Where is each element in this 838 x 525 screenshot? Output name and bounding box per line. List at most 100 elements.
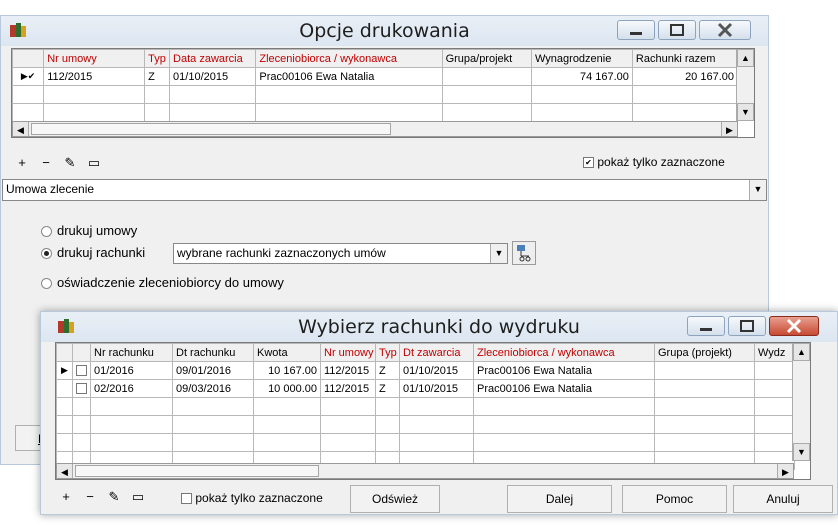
cell-group[interactable]	[654, 361, 755, 380]
table-row[interactable]	[56, 433, 795, 452]
cell-contractor[interactable]: Prac00106 Ewa Natalia	[473, 361, 655, 380]
delete-record-button[interactable]: −	[79, 486, 101, 508]
cell-bill-no[interactable]: 01/2016	[90, 361, 173, 380]
scroll-down-button[interactable]: ▼	[737, 103, 754, 121]
scroll-up-button[interactable]: ▲	[793, 343, 810, 361]
scroll-right-button[interactable]: ▶	[721, 122, 737, 136]
col-header-contract-no[interactable]: Nr umowy	[320, 343, 376, 362]
refresh-button[interactable]: Odśwież	[350, 485, 440, 513]
close-button[interactable]	[769, 316, 819, 336]
col-header-date[interactable]: Dt zawarcia	[399, 343, 474, 362]
maximize-button[interactable]	[658, 20, 696, 40]
scroll-left-button[interactable]: ◀	[57, 464, 73, 478]
horizontal-scrollbar[interactable]: ◀ ▶	[12, 121, 738, 137]
row-checkbox[interactable]	[72, 379, 91, 398]
table-row[interactable]: 02/2016 09/03/2016 10 000.00 112/2015 Z …	[56, 379, 795, 398]
cell-contract-no[interactable]: 112/2015	[320, 379, 376, 398]
checkbox-icon	[181, 493, 192, 505]
cancel-button[interactable]: Anuluj	[733, 485, 833, 513]
cell-group[interactable]	[441, 67, 533, 86]
cell-contract-no[interactable]: 112/2015	[320, 361, 376, 380]
col-header-salary[interactable]: Wynagrodzenie	[531, 49, 633, 68]
cell-contract-no[interactable]: 112/2015	[43, 67, 146, 86]
bills-selection-select[interactable]: wybrane rachunki zaznaczonych umów ▼	[173, 243, 508, 264]
bills-grid[interactable]: Nr rachunku Dt rachunku Kwota Nr umowy T…	[55, 342, 811, 480]
vertical-scrollbar[interactable]: ▲ ▼	[792, 343, 810, 461]
chevron-down-icon[interactable]: ▼	[490, 244, 507, 263]
contract-type-select[interactable]: Umowa zlecenie ▼	[2, 179, 767, 201]
cell-contractor[interactable]: Prac00106 Ewa Natalia	[473, 379, 655, 398]
chevron-down-icon[interactable]: ▼	[749, 180, 766, 200]
radio-print-bills[interactable]: drukuj rachunki	[41, 245, 145, 260]
row-indicator[interactable]: ▶✔	[12, 67, 45, 86]
col-header-dept[interactable]: Wydz	[754, 343, 795, 362]
help-button[interactable]: Pomoc	[622, 485, 727, 513]
header-row: Nr rachunku Dt rachunku Kwota Nr umowy T…	[56, 343, 795, 362]
scroll-up-button[interactable]: ▲	[737, 49, 754, 67]
cell-amount[interactable]: 10 167.00	[253, 361, 321, 380]
show-only-checked-checkbox[interactable]: ✔ pokaż tylko zaznaczone	[583, 155, 725, 169]
table-row[interactable]: ▶✔ 112/2015 Z 01/10/2015 Prac00106 Ewa N…	[12, 67, 739, 86]
table-row[interactable]	[56, 415, 795, 434]
col-header-type[interactable]: Typ	[144, 49, 171, 68]
cell-date[interactable]: 01/10/2015	[399, 379, 474, 398]
cell-type[interactable]: Z	[375, 361, 400, 380]
add-record-button[interactable]: +	[55, 486, 77, 508]
scroll-thumb[interactable]	[75, 465, 319, 477]
cell-date[interactable]: 01/10/2015	[399, 361, 474, 380]
maximize-button[interactable]	[728, 316, 766, 336]
col-header-contractor[interactable]: Zleceniobiorca / wykonawca	[255, 49, 443, 68]
scroll-down-button[interactable]: ▼	[793, 443, 810, 461]
cell-bill-date[interactable]: 09/03/2016	[172, 379, 254, 398]
cell-bills-total[interactable]: 20 167.00	[631, 67, 739, 86]
vertical-scrollbar[interactable]: ▲ ▼	[736, 49, 754, 121]
edit-record-button[interactable]: ✎	[103, 486, 125, 508]
col-header-contractor[interactable]: Zleceniobiorca / wykonawca	[473, 343, 655, 362]
horizontal-scrollbar[interactable]: ◀ ▶	[56, 463, 794, 479]
post-record-button[interactable]: ▭	[127, 486, 149, 508]
add-record-button[interactable]: +	[11, 152, 33, 174]
cell-dept[interactable]	[754, 379, 795, 398]
show-only-checked-checkbox[interactable]: pokaż tylko zaznaczone	[181, 491, 323, 505]
col-header-bill-date[interactable]: Dt rachunku	[172, 343, 254, 362]
col-header-amount[interactable]: Kwota	[253, 343, 321, 362]
col-header-group[interactable]: Grupa (projekt)	[654, 343, 755, 362]
col-header-contract-no[interactable]: Nr umowy	[43, 49, 146, 68]
minimize-button[interactable]	[687, 316, 725, 336]
scroll-right-button[interactable]: ▶	[777, 464, 793, 478]
table-row[interactable]	[56, 397, 795, 416]
table-row[interactable]: ▶ 01/2016 09/01/2016 10 167.00 112/2015 …	[56, 361, 795, 380]
row-indicator[interactable]	[56, 379, 73, 398]
cell-salary[interactable]: 74 167.00	[531, 67, 633, 86]
table-row[interactable]	[12, 103, 739, 122]
contracts-grid[interactable]: Nr umowy Typ Data zawarcia Zleceniobiorc…	[11, 48, 755, 138]
col-header-type[interactable]: Typ	[375, 343, 400, 362]
cell-group[interactable]	[654, 379, 755, 398]
edit-record-button[interactable]: ✎	[59, 152, 81, 174]
row-indicator[interactable]: ▶	[56, 361, 73, 380]
cell-bill-no[interactable]: 02/2016	[90, 379, 173, 398]
cell-type[interactable]: Z	[144, 67, 171, 86]
cell-dept[interactable]	[754, 361, 795, 380]
bill-options-button[interactable]	[512, 241, 536, 265]
cell-bill-date[interactable]: 09/01/2016	[172, 361, 254, 380]
cell-amount[interactable]: 10 000.00	[253, 379, 321, 398]
close-button[interactable]	[699, 20, 751, 40]
radio-statement[interactable]: oświadczenie zleceniobiorcy do umowy	[41, 275, 284, 290]
cell-date[interactable]: 01/10/2015	[169, 67, 257, 86]
delete-record-button[interactable]: −	[35, 152, 57, 174]
minimize-button[interactable]	[617, 20, 655, 40]
scroll-thumb[interactable]	[31, 123, 391, 135]
col-header-bills-total[interactable]: Rachunki razem	[631, 49, 739, 68]
col-header-bill-no[interactable]: Nr rachunku	[90, 343, 173, 362]
post-record-button[interactable]: ▭	[83, 152, 105, 174]
cell-type[interactable]: Z	[375, 379, 400, 398]
next-button[interactable]: Dalej	[507, 485, 612, 513]
table-row[interactable]	[12, 85, 739, 104]
row-checkbox[interactable]	[72, 361, 91, 380]
scroll-left-button[interactable]: ◀	[13, 122, 29, 136]
radio-print-contracts[interactable]: drukuj umowy	[41, 223, 137, 238]
cell-contractor[interactable]: Prac00106 Ewa Natalia	[255, 67, 443, 86]
col-header-date[interactable]: Data zawarcia	[169, 49, 257, 68]
col-header-group[interactable]: Grupa/projekt	[441, 49, 533, 68]
